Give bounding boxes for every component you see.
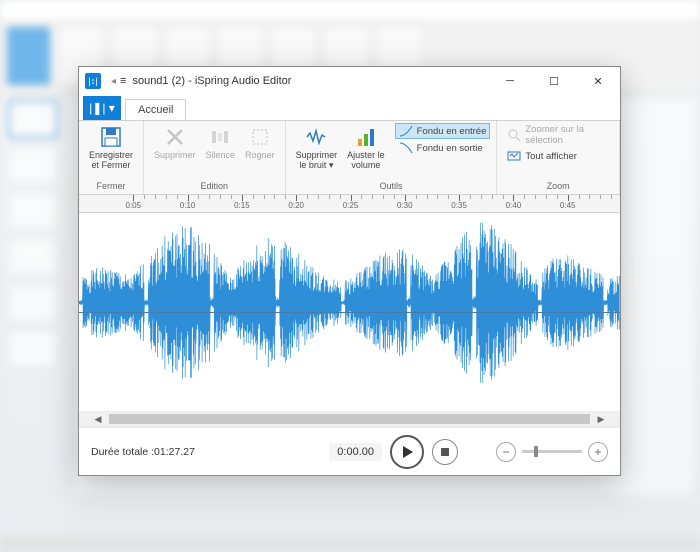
close-button[interactable]: ✕: [576, 67, 620, 95]
group-label-outils: Outils: [292, 181, 491, 192]
ribbon-group-outils: Supprimer le bruit ▾ Ajuster le volume F…: [286, 121, 498, 194]
stop-icon: [440, 447, 450, 457]
crop-icon: [248, 125, 272, 149]
delete-icon: [163, 125, 187, 149]
stop-button[interactable]: [432, 439, 458, 465]
show-all-button[interactable]: Tout afficher: [503, 148, 581, 164]
waveform-display[interactable]: [79, 213, 620, 411]
fade-in-button[interactable]: Fondu en entrée: [395, 123, 491, 139]
zoom-selection-icon: [507, 128, 521, 142]
save-icon: [99, 125, 123, 149]
ribbon-group-edition: Supprimer Silence Rogner Edition: [144, 121, 286, 194]
zoom-handle[interactable]: [534, 446, 538, 457]
scroll-left-icon[interactable]: ◀: [91, 412, 105, 426]
group-label-fermer: Fermer: [85, 181, 137, 192]
ribbon: Enregistrer et Fermer Fermer Supprimer S…: [79, 121, 620, 195]
noise-icon: [304, 125, 328, 149]
volume-icon: [354, 125, 378, 149]
silence-icon: [208, 125, 232, 149]
scroll-track[interactable]: [109, 414, 590, 424]
window-title: sound1 (2) - iSpring Audio Editor: [132, 75, 291, 87]
supprimer-button: Supprimer: [150, 123, 200, 163]
rogner-button: Rogner: [241, 123, 279, 163]
show-all-icon: [507, 149, 521, 163]
titlebar[interactable]: |↕| ◂ ≡ sound1 (2) - iSpring Audio Edito…: [79, 67, 620, 95]
play-button[interactable]: [390, 435, 424, 469]
remove-noise-button[interactable]: Supprimer le bruit ▾: [292, 123, 342, 173]
ribbon-group-zoom: Zoomer sur la sélection Tout afficher Zo…: [497, 121, 620, 194]
horizontal-scrollbar[interactable]: ◀ ▶: [79, 411, 620, 427]
scroll-right-icon[interactable]: ▶: [594, 412, 608, 426]
zoom-slider[interactable]: [522, 450, 582, 453]
ribbon-group-fermer: Enregistrer et Fermer Fermer: [79, 121, 144, 194]
play-icon: [400, 445, 414, 459]
time-ruler[interactable]: 0:050:100:150:200:250:300:350:400:45: [79, 195, 620, 213]
zoom-in-button[interactable]: +: [588, 442, 608, 462]
adjust-volume-button[interactable]: Ajuster le volume: [343, 123, 389, 173]
maximize-button[interactable]: ☐: [532, 67, 576, 95]
fade-out-button[interactable]: Fondu en sortie: [395, 140, 491, 156]
tab-bar: |❚| ▾ Accueil: [79, 95, 620, 121]
playback-controls: Durée totale :01:27.27 0:00.00 − +: [79, 427, 620, 475]
minimize-button[interactable]: ─: [488, 67, 532, 95]
zoom-out-button[interactable]: −: [496, 442, 516, 462]
duration-label: Durée totale :01:27.27: [91, 446, 195, 458]
group-label-zoom: Zoom: [503, 181, 613, 192]
app-icon: |↕|: [85, 73, 101, 89]
group-label-edition: Edition: [150, 181, 279, 192]
zoom-selection-button: Zoomer sur la sélection: [503, 123, 613, 147]
fade-in-icon: [399, 124, 413, 138]
audio-editor-window: |↕| ◂ ≡ sound1 (2) - iSpring Audio Edito…: [78, 66, 621, 476]
tab-accueil[interactable]: Accueil: [125, 99, 186, 120]
view-menu-button[interactable]: |❚| ▾: [83, 96, 121, 120]
time-display: 0:00.00: [329, 443, 382, 461]
back-arrow-icon: ◂: [111, 76, 116, 87]
silence-button: Silence: [202, 123, 240, 163]
zoom-control: − +: [496, 442, 608, 462]
waveform-midline: [79, 312, 620, 313]
fade-out-icon: [399, 141, 413, 155]
save-close-button[interactable]: Enregistrer et Fermer: [85, 123, 137, 173]
titlebar-sep: ≡: [120, 75, 126, 87]
scroll-thumb[interactable]: [109, 414, 590, 424]
